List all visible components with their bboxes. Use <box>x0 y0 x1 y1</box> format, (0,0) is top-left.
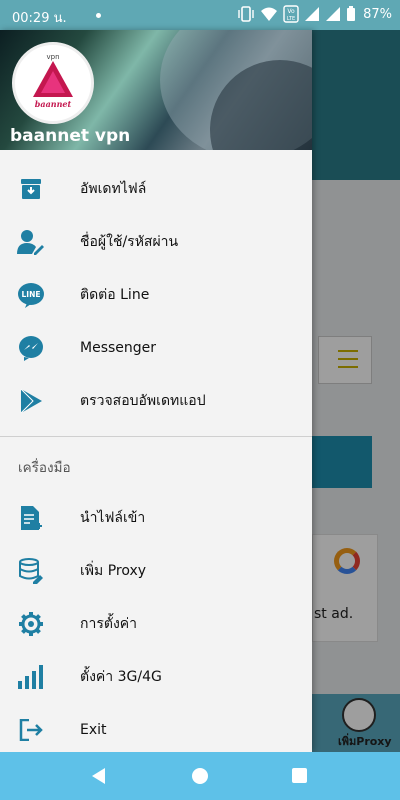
menu-item-label: ตรวจสอบอัพเดทแอป <box>80 392 206 409</box>
vibrate-icon <box>238 6 254 22</box>
recents-icon[interactable] <box>292 768 307 783</box>
volte-icon: VoLTE <box>283 5 299 23</box>
menu-item-import-file[interactable]: นำไฟล์เข้า <box>0 491 312 544</box>
menu-item-username-password[interactable]: ชื่อผู้ใช้/รหัสผ่าน <box>0 215 312 268</box>
menu-item-label: นำไฟล์เข้า <box>80 509 146 526</box>
menu-item-label: Messenger <box>80 339 157 356</box>
gear-icon <box>17 610 45 638</box>
menu-item-contact-line[interactable]: LINE ติดต่อ Line <box>0 268 312 321</box>
menu-item-label: Exit <box>80 721 107 738</box>
wifi-icon <box>261 7 278 21</box>
home-icon[interactable] <box>192 768 208 784</box>
notification-dot-icon <box>96 13 101 18</box>
system-nav-bar <box>0 752 400 800</box>
database-edit-icon <box>17 557 45 585</box>
menu-item-label: การตั้งค่า <box>80 615 138 632</box>
menu-item-exit[interactable]: Exit <box>0 703 312 752</box>
menu-item-label: อัพเดทไฟล์ <box>80 180 147 197</box>
menu-item-update-file[interactable]: อัพเดทไฟล์ <box>0 162 312 215</box>
menu-item-label: เพิ่ม Proxy <box>80 562 147 579</box>
logo-text: baannet <box>35 99 72 109</box>
battery-percent: 87% <box>363 6 392 22</box>
file-import-icon <box>17 504 45 532</box>
app-name: baannet vpn <box>10 126 131 146</box>
line-icon: LINE <box>17 281 45 309</box>
navigation-drawer: vpn baannet baannet vpn อัพเดทไฟล์ ชื่อผ… <box>0 30 312 752</box>
play-store-icon <box>17 387 45 415</box>
logo-top-text: vpn <box>46 53 59 61</box>
section-title-tools: เครื่องมือ <box>18 460 71 476</box>
logo-triangle-icon: vpn baannet <box>17 47 89 119</box>
menu-item-check-app-update[interactable]: ตรวจสอบอัพเดทแอป <box>0 374 312 427</box>
menu-item-label: ชื่อผู้ใช้/รหัสผ่าน <box>80 233 179 250</box>
drawer-header: vpn baannet baannet vpn <box>0 30 312 150</box>
signal-2-icon <box>326 7 341 21</box>
svg-text:LTE: LTE <box>287 16 295 22</box>
archive-download-icon <box>17 175 45 203</box>
signal-bars-icon <box>17 663 45 691</box>
exit-icon <box>17 716 45 744</box>
drawer-divider <box>0 436 312 437</box>
status-bar: 00:29 น. Vo LTE 87% <box>0 0 400 30</box>
signal-icon <box>305 7 320 21</box>
battery-icon <box>347 6 356 21</box>
messenger-icon <box>17 334 45 362</box>
svg-text:Vo: Vo <box>287 8 295 15</box>
svg-text:LINE: LINE <box>22 290 41 299</box>
status-icons: Vo LTE 87% <box>237 5 392 23</box>
status-time: 00:29 น. <box>12 11 67 26</box>
user-edit-icon <box>17 228 45 256</box>
menu-item-messenger[interactable]: Messenger <box>0 321 312 374</box>
menu-item-label: ติดต่อ Line <box>80 286 150 303</box>
menu-item-settings[interactable]: การตั้งค่า <box>0 597 312 650</box>
menu-item-add-proxy[interactable]: เพิ่ม Proxy <box>0 544 312 597</box>
app-logo: vpn baannet <box>12 42 94 124</box>
menu-item-network-settings[interactable]: ตั้งค่า 3G/4G <box>0 650 312 703</box>
back-icon[interactable] <box>92 768 105 784</box>
menu-item-label: ตั้งค่า 3G/4G <box>80 668 162 685</box>
